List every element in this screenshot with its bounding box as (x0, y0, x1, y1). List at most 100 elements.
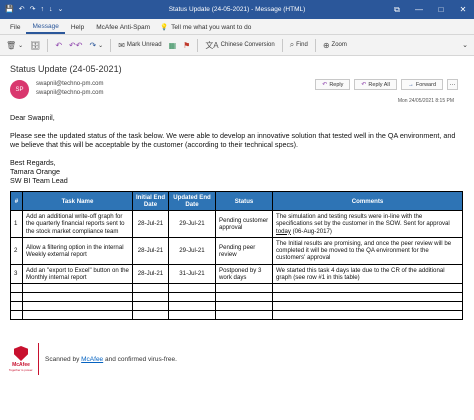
scan-text: and confirmed virus-free. (103, 355, 177, 363)
delete-button[interactable]: 🗑 ⌄ (6, 41, 23, 50)
envelope-icon: ✉ (118, 40, 125, 50)
chevron-down-icon: ⌄ (18, 42, 24, 49)
collapse-ribbon-icon[interactable]: ⌄ (462, 41, 468, 49)
scan-text: Scanned by (45, 355, 82, 363)
comment-text: (06-Aug-2017) (290, 227, 332, 235)
empty-cell (272, 301, 463, 312)
from-address[interactable]: swapnil@techno-pm.com (36, 80, 103, 89)
ribbon-divider (314, 38, 316, 52)
categorize-button[interactable]: ▦ (169, 41, 177, 50)
tab-mcafee-antispam[interactable]: McAfee Anti-Spam (90, 24, 156, 34)
empty-table-row (10, 310, 463, 321)
row-number: 2 (10, 236, 23, 265)
menu-bar: File Message Help McAfee Anti-Spam 💡 Tel… (0, 19, 474, 35)
empty-cell (168, 301, 216, 312)
task-name-cell: Allow a filtering option in the internal… (22, 236, 133, 265)
comments-cell: We started this task 4 days late due to … (272, 263, 463, 285)
empty-cell (22, 292, 133, 303)
empty-cell (215, 292, 273, 303)
empty-cell (22, 301, 133, 312)
empty-cell (132, 283, 169, 294)
tell-me-box[interactable]: 💡 Tell me what you want to do (160, 23, 251, 34)
reply-button[interactable]: ↶ Reply (315, 79, 351, 90)
tab-file[interactable]: File (4, 24, 26, 34)
reply-all-button[interactable]: ↶ Reply All (354, 79, 397, 90)
initial-end-date-cell: 28-Jul-21 (132, 210, 169, 238)
column-header: Comments (272, 191, 463, 211)
forward-button[interactable]: → Forward (400, 79, 443, 90)
mark-unread-label: Mark Unread (126, 42, 162, 48)
updated-end-date-cell: 31-Jul-21 (168, 263, 216, 285)
mcafee-footer: McAfee Together is power. Scanned by McA… (8, 343, 177, 375)
empty-cell (272, 292, 463, 303)
message-subject: Status Update (24-05-2021) (10, 64, 122, 74)
chinese-conversion-button[interactable]: 文A Chinese Conversion (205, 40, 274, 51)
empty-cell (10, 292, 23, 303)
empty-table-row (10, 292, 463, 303)
forward-label: Forward (415, 81, 436, 88)
archive-icon: 🗄 (30, 40, 41, 50)
comments-cell: The Initial results are promising, and o… (272, 236, 463, 265)
empty-table-row (10, 283, 463, 294)
signature: Best Regards, Tamara Orange SW BI Team L… (10, 158, 464, 185)
status-table: # Task Name Initial End Date Updated End… (10, 191, 463, 321)
empty-cell (132, 292, 169, 303)
empty-cell (215, 301, 273, 312)
empty-cell (10, 310, 23, 321)
comment-date-link: today (276, 227, 291, 235)
forward-ribbon-button[interactable]: ↷ ⌄ (89, 41, 103, 50)
minimize-button[interactable]: — (408, 5, 430, 15)
to-address[interactable]: swapnil@techno-pm.com (36, 89, 103, 98)
column-header: Updated End Date (168, 191, 216, 211)
ribbon-display-icon[interactable]: ⧉ (386, 5, 408, 15)
avatar[interactable]: SP (10, 80, 29, 99)
initial-end-date-cell: 28-Jul-21 (132, 236, 169, 265)
task-name-cell: Add an additional write-off graph for th… (22, 210, 133, 238)
customize-qat-icon[interactable]: ⌄ (57, 6, 63, 13)
empty-cell (168, 310, 216, 321)
window-title: Status Update (24-05-2021) - Message (HT… (168, 6, 306, 13)
ribbon-divider (197, 38, 199, 52)
reply-all-ribbon-button[interactable]: ↶↶ (69, 41, 82, 50)
window-controls: ⧉ — □ ✕ (386, 5, 474, 15)
empty-cell (215, 310, 273, 321)
find-label: Find (296, 42, 308, 48)
undo-icon[interactable]: ↶ (19, 6, 25, 13)
updated-end-date-cell: 29-Jul-21 (168, 236, 216, 265)
maximize-button[interactable]: □ (430, 5, 452, 15)
ribbon-divider (110, 38, 112, 52)
close-button[interactable]: ✕ (452, 5, 474, 15)
column-header: Status (215, 191, 273, 211)
zoom-button[interactable]: ⊕ Zoom (323, 41, 347, 50)
previous-item-icon[interactable]: ↑ (40, 6, 44, 13)
quick-access-toolbar: 💾 ↶ ↷ ↑ ↓ ⌄ (0, 6, 63, 13)
reply-icon: ↶ (322, 82, 328, 88)
empty-cell (272, 310, 463, 321)
next-item-icon[interactable]: ↓ (49, 6, 53, 13)
reply-ribbon-button[interactable]: ↶ (55, 41, 62, 50)
column-header: # (10, 191, 23, 211)
empty-cell (168, 283, 216, 294)
tab-help[interactable]: Help (65, 24, 90, 34)
reply-all-icon: ↶ (361, 82, 367, 88)
find-button[interactable]: ⌕ Find (290, 40, 308, 50)
greeting: Dear Swapnil, (10, 113, 55, 122)
redo-icon[interactable]: ↷ (30, 6, 36, 13)
shield-icon (14, 346, 28, 361)
logo-tagline: Together is power. (8, 368, 34, 372)
column-header: Task Name (22, 191, 133, 211)
mark-unread-button[interactable]: ✉ Mark Unread (118, 41, 161, 50)
column-header: Initial End Date (132, 191, 169, 211)
updated-end-date-cell: 29-Jul-21 (168, 210, 216, 238)
mcafee-link[interactable]: McAfee (81, 356, 103, 363)
follow-up-button[interactable]: ⚑ (183, 41, 190, 50)
ribbon: 🗑 ⌄ 🗄 ↶ ↶↶ ↷ ⌄ ✉ Mark Unread ▦ ⚑ 文A Chinese … (0, 35, 474, 56)
archive-button[interactable]: 🗄 (30, 41, 40, 50)
footer-divider (38, 343, 39, 375)
lightbulb-icon: 💡 (160, 24, 169, 31)
reply-all-label: Reply All (368, 81, 390, 88)
empty-cell (168, 292, 216, 303)
tab-message[interactable]: Message (26, 23, 65, 34)
more-actions-button[interactable]: ··· (447, 79, 458, 90)
save-icon[interactable]: 💾 (5, 6, 14, 13)
